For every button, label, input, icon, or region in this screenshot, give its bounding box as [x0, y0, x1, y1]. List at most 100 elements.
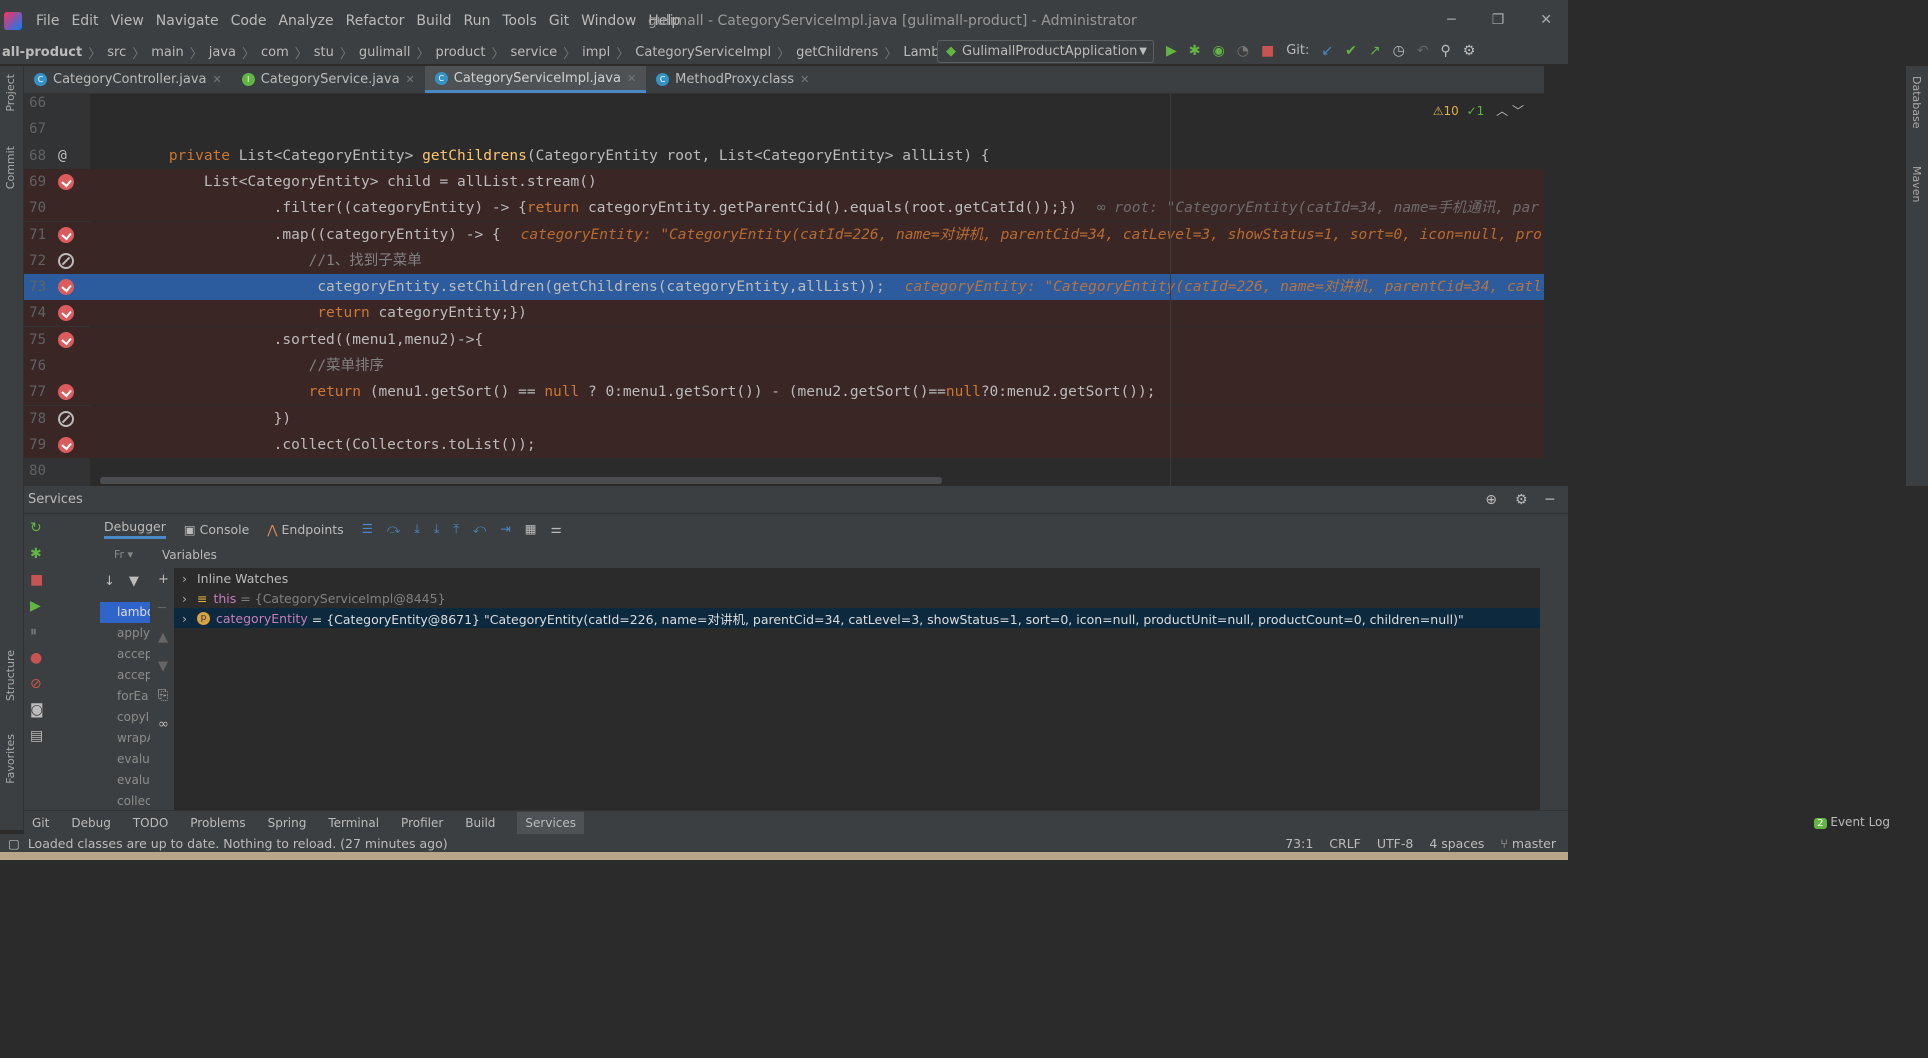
maven-tool-button[interactable]: Maven	[1910, 166, 1923, 202]
menu-item-git[interactable]: Git	[543, 13, 575, 29]
pause-icon[interactable]: ⏸	[30, 624, 44, 640]
project-tool-button[interactable]: Project	[4, 74, 17, 112]
stack-frame[interactable]: accep	[100, 665, 150, 686]
code-line[interactable]: 78 })	[24, 405, 1544, 432]
breadcrumb-item[interactable]: java	[207, 45, 238, 60]
force-step-into-icon[interactable]: ⤓	[434, 521, 440, 537]
stop-icon[interactable]: ■	[30, 572, 44, 588]
code-line[interactable]: 79 .collect(Collectors.toList());	[24, 431, 1544, 458]
menu-item-code[interactable]: Code	[225, 13, 273, 29]
menu-icon[interactable]: ☰	[362, 521, 373, 537]
editor-tab[interactable]: C CategoryServiceImpl.java ✕	[424, 66, 647, 93]
copy-icon[interactable]: ⎘	[158, 688, 169, 703]
favorites-tool-button[interactable]: Favorites	[4, 734, 17, 784]
code-line[interactable]: 70 .filter((categoryEntity) -> {return c…	[24, 195, 1544, 222]
menu-item-tools[interactable]: Tools	[496, 13, 543, 29]
breadcrumb-item[interactable]: stu	[312, 45, 336, 60]
view-breakpoints-icon[interactable]: ●	[30, 650, 44, 666]
code-editor[interactable]: 66 67 68 @ private List<CategoryEntity> get…	[24, 94, 1544, 486]
move-up-icon[interactable]: ▲	[158, 630, 169, 645]
code-line[interactable]: 73 categoryEntity.setChildren(getChildre…	[24, 274, 1544, 301]
breakpoint-icon[interactable]	[58, 305, 74, 322]
breadcrumb-item[interactable]: com	[259, 45, 291, 60]
expand-icon[interactable]: ›	[182, 611, 187, 626]
tool-tab-spring[interactable]: Spring	[268, 816, 307, 830]
stack-frame[interactable]: evalu	[100, 749, 150, 770]
tool-tab-build[interactable]: Build	[465, 816, 495, 830]
breadcrumb-item[interactable]: main	[149, 45, 185, 60]
tool-tab-problems[interactable]: Problems	[190, 816, 245, 830]
editor-tab[interactable]: C CategoryController.java ✕	[24, 66, 232, 93]
menu-item-analyze[interactable]: Analyze	[272, 13, 339, 29]
chevron-up-icon[interactable]: ︿	[1496, 104, 1508, 118]
line-separator[interactable]: CRLF	[1329, 836, 1361, 851]
layout-icon[interactable]: ▢	[8, 836, 20, 851]
menu-item-refactor[interactable]: Refactor	[340, 13, 411, 29]
tool-tab-profiler[interactable]: Profiler	[401, 816, 443, 830]
git-update-icon[interactable]: ↙	[1321, 43, 1333, 59]
debug-icon[interactable]: ✱	[30, 546, 44, 562]
breadcrumb-item[interactable]: service	[509, 45, 560, 60]
hide-icon[interactable]: ─	[1546, 492, 1554, 508]
code-line[interactable]: 69 List<CategoryEntity> child = allList.…	[24, 168, 1544, 195]
breakpoint-icon[interactable]	[58, 436, 74, 453]
override-icon[interactable]: @	[58, 143, 67, 169]
gear-icon[interactable]: ⚙	[1463, 43, 1476, 59]
stack-frame[interactable]: apply	[100, 623, 150, 644]
stop-icon[interactable]: ■	[1261, 43, 1274, 59]
mute-breakpoints-icon[interactable]: ⊘	[30, 676, 44, 692]
code-line[interactable]: 72 //1、找到子菜单	[24, 247, 1544, 274]
tool-tab-services[interactable]: Services	[517, 811, 585, 834]
step-out-icon[interactable]: ⤒	[453, 521, 459, 537]
variable-row[interactable]: › Inline Watches	[174, 568, 1540, 588]
menu-item-window[interactable]: Window	[575, 13, 642, 29]
stack-frame[interactable]: accep	[100, 644, 150, 665]
code-line[interactable]: 68 @ private List<CategoryEntity> getChil…	[24, 143, 1544, 169]
file-encoding[interactable]: UTF-8	[1377, 836, 1413, 851]
breadcrumb-item[interactable]: product	[434, 45, 488, 60]
menu-item-view[interactable]: View	[105, 13, 150, 29]
code-line[interactable]: 67	[24, 116, 1544, 142]
tool-tab-todo[interactable]: TODO	[133, 816, 168, 830]
gear-icon[interactable]: ⚙	[1515, 492, 1528, 508]
menu-item-navigate[interactable]: Navigate	[150, 13, 225, 29]
add-watch-icon[interactable]: +	[158, 572, 169, 587]
stack-frame[interactable]: copyI	[100, 707, 150, 728]
tool-tab-terminal[interactable]: Terminal	[328, 816, 379, 830]
breadcrumb-item[interactable]: all-product	[0, 45, 84, 60]
close-tab-icon[interactable]: ✕	[627, 72, 636, 85]
remove-icon[interactable]: ─	[158, 601, 169, 616]
horizontal-scrollbar[interactable]	[100, 477, 942, 484]
breadcrumb-item[interactable]: src	[105, 45, 128, 60]
step-into-icon[interactable]: ⤓	[414, 521, 420, 537]
breakpoint-icon[interactable]	[58, 410, 74, 427]
history-icon[interactable]: ◷	[1393, 43, 1405, 59]
code-line[interactable]: 77 return (menu1.getSort() == null ? 0:m…	[24, 379, 1544, 406]
expand-icon[interactable]: ›	[182, 571, 187, 586]
menu-item-build[interactable]: Build	[410, 13, 457, 29]
breadcrumb-item[interactable]: impl	[580, 45, 612, 60]
editor-tab[interactable]: I CategoryService.java ✕	[232, 66, 425, 93]
event-log-button[interactable]: 2 Event Log	[1814, 815, 1890, 829]
watches-icon[interactable]: ∞	[158, 717, 169, 732]
menu-item-edit[interactable]: Edit	[65, 13, 104, 29]
breakpoint-icon[interactable]	[58, 384, 74, 401]
close-tab-icon[interactable]: ✕	[213, 73, 222, 86]
git-branch[interactable]: ⑂ master	[1500, 836, 1556, 851]
code-line[interactable]: 74 return categoryEntity;})	[24, 300, 1544, 327]
rollback-icon[interactable]: ↶	[1417, 43, 1429, 59]
breadcrumb-item[interactable]: gulimall	[357, 45, 413, 60]
indent-setting[interactable]: 4 spaces	[1429, 836, 1484, 851]
menu-item-run[interactable]: Run	[458, 13, 497, 29]
stack-frame[interactable]: forEa	[100, 686, 150, 707]
breakpoint-icon[interactable]	[58, 173, 74, 190]
evaluate-icon[interactable]: ▦	[525, 521, 537, 537]
tool-tab-debug[interactable]: Debug	[71, 816, 110, 830]
inspection-widget[interactable]: ⚠10 ✓1 ︿ ﹀	[1433, 102, 1524, 119]
run-icon[interactable]: ▶	[1166, 43, 1177, 59]
breakpoint-icon[interactable]	[58, 279, 74, 296]
stack-frame[interactable]: evalu	[100, 770, 150, 791]
breadcrumb-item[interactable]: getChildrens	[794, 45, 880, 60]
close-icon[interactable]: ✕	[1540, 12, 1552, 28]
chevron-down-icon[interactable]: ﹀	[1512, 104, 1524, 118]
